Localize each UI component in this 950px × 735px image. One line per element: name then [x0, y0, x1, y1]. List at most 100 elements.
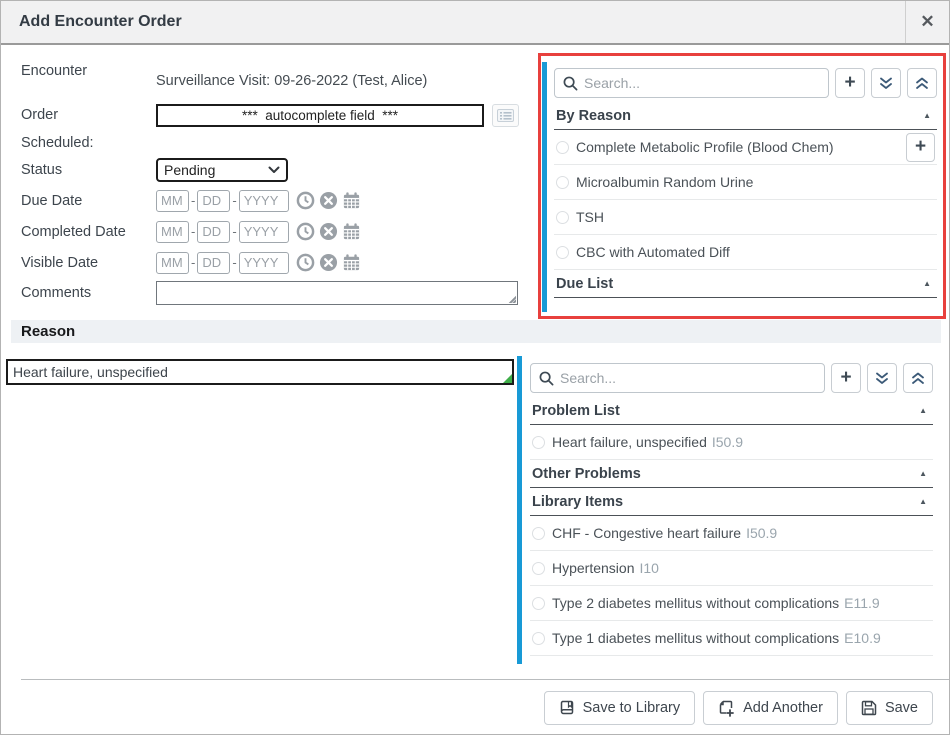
due-date-row: Due Date - -: [21, 185, 526, 216]
collapse-all-button[interactable]: [907, 68, 937, 98]
collapse-all-button[interactable]: [903, 363, 933, 393]
radio-icon[interactable]: [532, 632, 545, 645]
radio-icon[interactable]: [556, 211, 569, 224]
section-header-due-list[interactable]: Due List ▲: [554, 270, 937, 298]
list-item[interactable]: Microalbumin Random Urine: [554, 165, 937, 200]
clock-icon[interactable]: [296, 222, 315, 241]
expand-all-button[interactable]: [867, 363, 897, 393]
list-item[interactable]: CBC with Automated Diff: [554, 235, 937, 270]
calendar-icon[interactable]: [342, 222, 361, 241]
double-chevron-down-icon: [875, 372, 889, 385]
resize-handle-icon[interactable]: [503, 374, 512, 383]
radio-icon[interactable]: [532, 527, 545, 540]
status-label: Status: [21, 162, 156, 178]
radio-icon[interactable]: [556, 141, 569, 154]
list-item[interactable]: Type 1 diabetes mellitus without complic…: [530, 621, 933, 656]
radio-icon[interactable]: [532, 562, 545, 575]
chevron-down-icon: [268, 166, 280, 174]
visible-date-dd-input[interactable]: [197, 252, 230, 274]
clear-date-icon[interactable]: [319, 253, 338, 272]
visible-date-mm-input[interactable]: [156, 252, 189, 274]
plus-icon: +: [840, 368, 851, 387]
add-encounter-order-dialog: Add Encounter Order ✕ Encounter Surveill…: [0, 0, 950, 735]
section-header-library-items[interactable]: Library Items ▲: [530, 488, 933, 516]
section-header-other-problems[interactable]: Other Problems ▲: [530, 460, 933, 488]
reason-picker-panel: + Problem List ▲ Heart failure, unspecif…: [517, 356, 941, 666]
scheduled-row: Scheduled:: [21, 131, 526, 155]
collapse-caret-icon: ▲: [923, 279, 935, 288]
visible-date-label: Visible Date: [21, 255, 156, 271]
visible-date-yyyy-input[interactable]: [239, 252, 289, 274]
add-another-button[interactable]: Add Another: [703, 691, 838, 725]
date-separator: -: [232, 224, 236, 239]
status-select[interactable]: Pending: [156, 158, 288, 182]
collapse-caret-icon: ▲: [923, 111, 935, 120]
status-value: Pending: [164, 162, 215, 178]
panel-accent-bar: [517, 356, 522, 664]
completed-date-mm-input[interactable]: [156, 221, 189, 243]
list-item[interactable]: Complete Metabolic Profile (Blood Chem) …: [554, 130, 937, 165]
add-reason-button[interactable]: +: [831, 363, 861, 393]
add-another-icon: [718, 700, 735, 717]
radio-icon[interactable]: [532, 597, 545, 610]
reason-header-label: Reason: [11, 323, 75, 340]
radio-icon[interactable]: [532, 436, 545, 449]
due-date-yyyy-input[interactable]: [239, 190, 289, 212]
expand-all-button[interactable]: [871, 68, 901, 98]
encounter-row: Encounter Surveillance Visit: 09-26-2022…: [21, 61, 526, 99]
list-item[interactable]: Heart failure, unspecified I50.9: [530, 425, 933, 460]
date-separator: -: [191, 193, 195, 208]
comments-input[interactable]: [156, 281, 518, 305]
save-button[interactable]: Save: [846, 691, 933, 725]
completed-date-dd-input[interactable]: [197, 221, 230, 243]
add-order-button[interactable]: +: [835, 68, 865, 98]
radio-icon[interactable]: [556, 246, 569, 259]
collapse-caret-icon: ▲: [919, 469, 931, 478]
clock-icon[interactable]: [296, 191, 315, 210]
list-item[interactable]: Hypertension I10: [530, 551, 933, 586]
calendar-icon[interactable]: [342, 253, 361, 272]
radio-icon[interactable]: [556, 176, 569, 189]
list-item[interactable]: CHF - Congestive heart failure I50.9: [530, 516, 933, 551]
date-separator: -: [191, 255, 195, 270]
reason-section-header: Reason: [11, 320, 941, 343]
close-button[interactable]: ✕: [905, 1, 949, 43]
date-separator: -: [191, 224, 195, 239]
order-picker-panel: + By Reason ▲ Complete Metabolic Profile…: [538, 53, 946, 319]
due-date-dd-input[interactable]: [197, 190, 230, 212]
order-search-box: [554, 68, 829, 98]
section-header-by-reason[interactable]: By Reason ▲: [554, 102, 937, 130]
order-search-input[interactable]: [584, 75, 820, 91]
book-icon: [559, 700, 575, 716]
save-to-library-button[interactable]: Save to Library: [544, 691, 696, 725]
encounter-value: Surveillance Visit: 09-26-2022 (Test, Al…: [156, 61, 427, 89]
double-chevron-up-icon: [915, 77, 929, 90]
section-header-problem-list[interactable]: Problem List ▲: [530, 397, 933, 425]
clock-icon[interactable]: [296, 253, 315, 272]
reason-search-box: [530, 363, 825, 393]
list-icon: [497, 109, 514, 122]
plus-icon: +: [915, 137, 926, 156]
list-item[interactable]: TSH: [554, 200, 937, 235]
order-list-button[interactable]: [492, 104, 519, 127]
collapse-caret-icon: ▲: [919, 497, 931, 506]
add-item-button[interactable]: +: [906, 133, 935, 162]
date-separator: -: [232, 193, 236, 208]
reason-input[interactable]: [8, 361, 512, 383]
list-item[interactable]: Type 2 diabetes mellitus without complic…: [530, 586, 933, 621]
completed-date-yyyy-input[interactable]: [239, 221, 289, 243]
order-autocomplete-input[interactable]: [156, 104, 484, 127]
plus-icon: +: [844, 73, 855, 92]
icd-code: E10.9: [844, 630, 881, 646]
reason-search-input[interactable]: [560, 370, 816, 386]
search-icon: [563, 76, 578, 91]
comments-row: Comments: [21, 278, 526, 308]
clear-date-icon[interactable]: [319, 191, 338, 210]
clear-date-icon[interactable]: [319, 222, 338, 241]
due-date-label: Due Date: [21, 193, 156, 209]
close-icon: ✕: [920, 12, 934, 32]
resize-handle-icon[interactable]: [506, 293, 516, 303]
completed-date-label: Completed Date: [21, 224, 156, 240]
calendar-icon[interactable]: [342, 191, 361, 210]
due-date-mm-input[interactable]: [156, 190, 189, 212]
